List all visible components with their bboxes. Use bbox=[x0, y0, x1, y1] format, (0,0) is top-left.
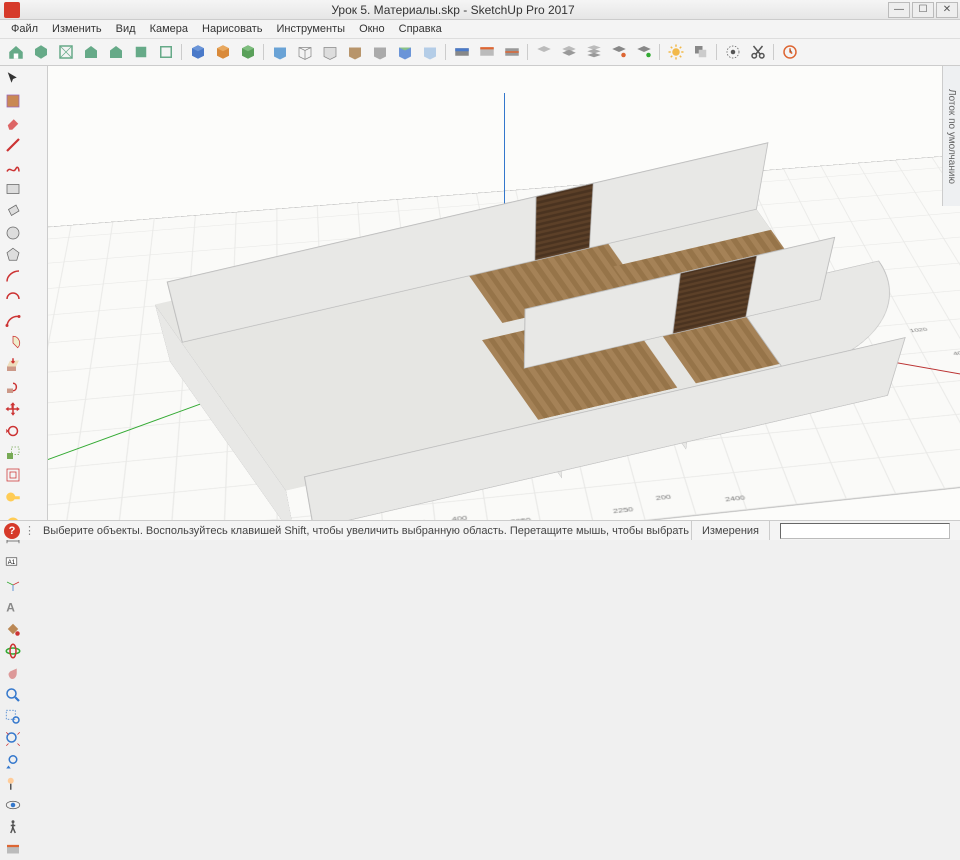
dim-5: 2250 bbox=[612, 505, 634, 515]
walk-icon[interactable] bbox=[2, 816, 24, 838]
style-xray-icon[interactable] bbox=[418, 40, 442, 64]
style-color-icon[interactable] bbox=[393, 40, 417, 64]
move-icon[interactable] bbox=[2, 398, 24, 420]
tape-icon[interactable] bbox=[2, 486, 24, 508]
close-button[interactable]: ✕ bbox=[936, 2, 958, 18]
help-icon[interactable]: ? bbox=[4, 523, 20, 539]
titlebar: Урок 5. Материалы.skp - SketchUp Pro 201… bbox=[0, 0, 960, 20]
front-view-icon[interactable] bbox=[79, 40, 103, 64]
clock-icon[interactable] bbox=[778, 40, 802, 64]
status-hint: Выберите объекты. Воспользуйтесь клавише… bbox=[39, 525, 691, 537]
menu-window[interactable]: Окно bbox=[352, 21, 392, 37]
layer-5-icon[interactable] bbox=[632, 40, 656, 64]
3pt-arc-icon[interactable] bbox=[2, 310, 24, 332]
paint-icon[interactable] bbox=[2, 618, 24, 640]
3dtext-icon[interactable]: A bbox=[2, 596, 24, 618]
orbit-icon[interactable] bbox=[2, 640, 24, 662]
pushpull-icon[interactable] bbox=[2, 354, 24, 376]
menu-draw[interactable]: Нарисовать bbox=[195, 21, 269, 37]
circle-icon[interactable] bbox=[2, 222, 24, 244]
menu-edit[interactable]: Изменить bbox=[45, 21, 109, 37]
select-icon[interactable] bbox=[2, 68, 24, 90]
menu-tools[interactable]: Инструменты bbox=[269, 21, 352, 37]
pie-icon[interactable] bbox=[2, 332, 24, 354]
dim-6: 200 bbox=[655, 493, 672, 502]
pan-icon[interactable] bbox=[2, 662, 24, 684]
maximize-button[interactable]: ☐ bbox=[912, 2, 934, 18]
look-around-icon[interactable] bbox=[2, 794, 24, 816]
cube-blue-icon[interactable] bbox=[186, 40, 210, 64]
style-texture-icon[interactable] bbox=[343, 40, 367, 64]
select-circle-icon[interactable] bbox=[721, 40, 745, 64]
hint-grip-icon: ⋮ bbox=[24, 524, 39, 537]
polygon-icon[interactable] bbox=[2, 244, 24, 266]
svg-text:A1: A1 bbox=[8, 560, 16, 566]
back-view-icon[interactable] bbox=[129, 40, 153, 64]
measurements-label: Измерения bbox=[691, 521, 769, 540]
shadow-icon[interactable] bbox=[689, 40, 713, 64]
style-wireframe-icon[interactable] bbox=[293, 40, 317, 64]
make-component-icon[interactable] bbox=[2, 90, 24, 112]
menu-view[interactable]: Вид bbox=[109, 21, 143, 37]
layer-4-icon[interactable] bbox=[607, 40, 631, 64]
freehand-icon[interactable] bbox=[2, 156, 24, 178]
dim-7: 2400 bbox=[724, 494, 746, 503]
eraser-icon[interactable] bbox=[2, 112, 24, 134]
menu-file[interactable]: Файл bbox=[4, 21, 45, 37]
scale-icon[interactable] bbox=[2, 442, 24, 464]
rotate-icon[interactable] bbox=[2, 420, 24, 442]
toolbar-left: 3' A1 A bbox=[0, 66, 48, 520]
layer-2-icon[interactable] bbox=[557, 40, 581, 64]
arc-icon[interactable] bbox=[2, 266, 24, 288]
position-camera-icon[interactable] bbox=[2, 772, 24, 794]
followme-icon[interactable] bbox=[2, 376, 24, 398]
dim-13: 1020 bbox=[908, 326, 928, 333]
top-view-icon[interactable] bbox=[54, 40, 78, 64]
section-icon[interactable] bbox=[2, 838, 24, 860]
section-cut-icon[interactable] bbox=[500, 40, 524, 64]
2pt-arc-icon[interactable] bbox=[2, 288, 24, 310]
svg-text:A: A bbox=[6, 601, 15, 615]
zoom-extents-icon[interactable] bbox=[2, 728, 24, 750]
layer-1-icon[interactable] bbox=[532, 40, 556, 64]
axes-icon[interactable] bbox=[2, 574, 24, 596]
menu-camera[interactable]: Камера bbox=[143, 21, 195, 37]
style-shaded-icon[interactable] bbox=[268, 40, 292, 64]
rectangle-icon[interactable] bbox=[2, 178, 24, 200]
style-monochrome-icon[interactable] bbox=[368, 40, 392, 64]
tray-tab[interactable]: Лоток по умолчанию bbox=[942, 66, 960, 206]
minimize-button[interactable]: — bbox=[888, 2, 910, 18]
right-view-icon[interactable] bbox=[104, 40, 128, 64]
left-view-icon[interactable] bbox=[154, 40, 178, 64]
text-icon[interactable]: A1 bbox=[2, 552, 24, 574]
style-hidden-icon[interactable] bbox=[318, 40, 342, 64]
layer-3-icon[interactable] bbox=[582, 40, 606, 64]
house-views-icon[interactable] bbox=[4, 40, 28, 64]
cube-orange-icon[interactable] bbox=[211, 40, 235, 64]
zoom-icon[interactable] bbox=[2, 684, 24, 706]
section-display-icon[interactable] bbox=[475, 40, 499, 64]
previous-icon[interactable] bbox=[2, 750, 24, 772]
scissors-icon[interactable] bbox=[746, 40, 770, 64]
house-iso-icon[interactable] bbox=[29, 40, 53, 64]
offset-icon[interactable] bbox=[2, 464, 24, 486]
toolbar-top bbox=[0, 38, 960, 66]
window-title: Урок 5. Материалы.skp - SketchUp Pro 201… bbox=[20, 3, 886, 17]
menu-help[interactable]: Справка bbox=[392, 21, 449, 37]
section-plane-icon[interactable] bbox=[450, 40, 474, 64]
zoom-window-icon[interactable] bbox=[2, 706, 24, 728]
cube-green-icon[interactable] bbox=[236, 40, 260, 64]
viewport-3d[interactable]: до чернового потолка 3000 мм до начала о… bbox=[48, 66, 960, 520]
menubar: Файл Изменить Вид Камера Нарисовать Инст… bbox=[0, 20, 960, 38]
statusbar: ? ⋮ Выберите объекты. Воспользуйтесь кла… bbox=[0, 520, 960, 540]
sun-icon[interactable] bbox=[664, 40, 688, 64]
line-icon[interactable] bbox=[2, 134, 24, 156]
dim-12: 4092 bbox=[952, 349, 960, 357]
measurements-input[interactable] bbox=[780, 523, 950, 539]
rotated-rect-icon[interactable] bbox=[2, 200, 24, 222]
app-icon bbox=[4, 2, 20, 18]
